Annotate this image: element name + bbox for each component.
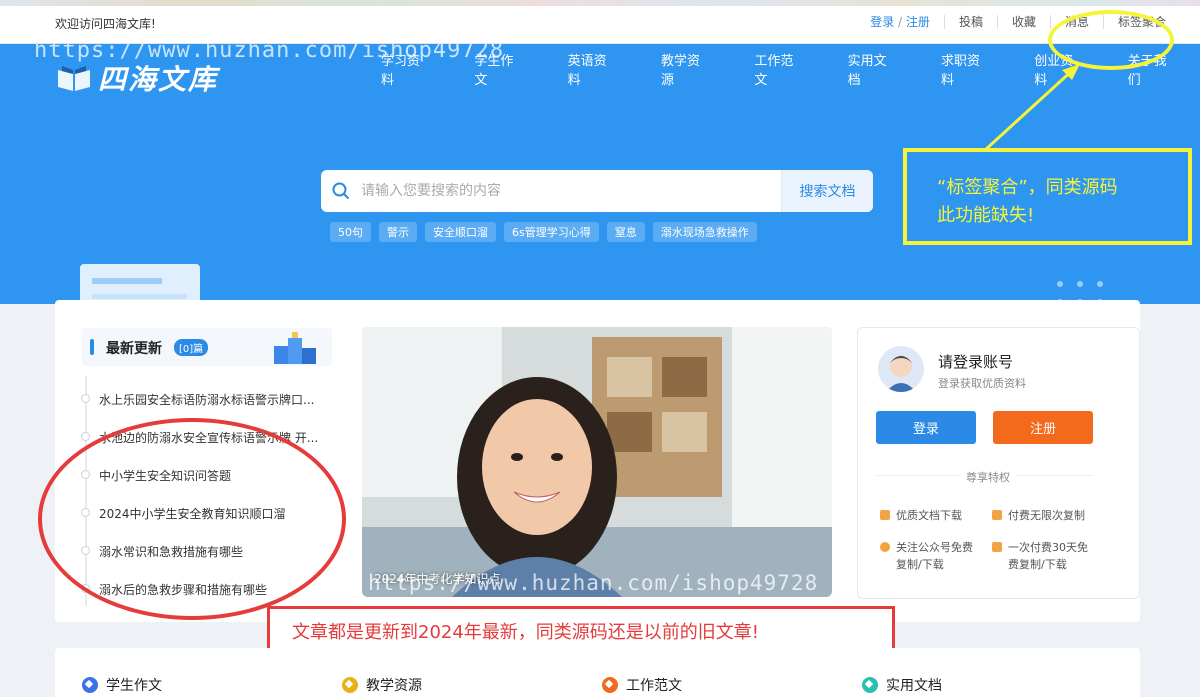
- annotation-text-red: 文章都是更新到2024年最新，同类源码还是以前的旧文章!: [292, 622, 760, 643]
- search-icon: [321, 170, 361, 212]
- category-teaching[interactable]: 教学资源: [342, 675, 422, 695]
- hot-tag[interactable]: 6s管理学习心得: [504, 222, 599, 242]
- auth-links: 登录 / 注册: [856, 15, 944, 29]
- hot-tag[interactable]: 警示: [379, 222, 417, 242]
- register-link[interactable]: 注册: [906, 15, 930, 29]
- login-title: 请登录账号: [938, 353, 1014, 371]
- avatar: [878, 346, 924, 392]
- hot-tag[interactable]: 溺水现场急救操作: [652, 222, 757, 242]
- perk-item: 优质文档下载: [880, 507, 962, 524]
- featured-image[interactable]: 2024年中考化学知识点: [362, 327, 832, 597]
- site-logo[interactable]: 四海文库: [56, 58, 218, 98]
- top-bar: 欢迎访问四海文库! 登录 / 注册 投稿 收藏 消息 标签聚合: [0, 0, 1200, 44]
- hot-tags: 50句 警示 安全顺口溜 6s管理学习心得 窒息 溺水现场急救操作: [330, 222, 765, 242]
- annotation-text-yellow: “标签聚合”，同类源码 此功能缺失!: [937, 177, 1118, 226]
- favorites-link[interactable]: 收藏: [996, 15, 1050, 29]
- count-badge: [0]篇: [174, 339, 209, 356]
- latest-header: 最新更新 [0]篇: [82, 328, 332, 366]
- latest-title: 最新更新: [106, 341, 162, 357]
- perk-item: 一次付费30天免 费复制/下载: [992, 539, 1088, 573]
- search-button[interactable]: 搜索文档: [781, 170, 873, 212]
- leaf-decoration-right: [1057, 281, 1103, 304]
- pen-icon: [862, 677, 878, 693]
- category-essays[interactable]: 学生作文: [82, 675, 162, 695]
- download-icon: [880, 510, 890, 520]
- annotation-box-red: 文章都是更新到2024年最新，同类源码还是以前的旧文章!: [267, 606, 895, 653]
- article-link[interactable]: 水上乐园安全标语防溺水标语警示牌口...: [99, 391, 331, 408]
- brand-name: 四海文库: [98, 63, 219, 96]
- submit-link[interactable]: 投稿: [943, 15, 997, 29]
- login-card: 请登录账号 登录获取优质资料 登录 注册 尊享特权 优质文档下载 付费无限次复制…: [857, 327, 1140, 599]
- tag-icon: [992, 542, 1002, 552]
- perk-item: 关注公众号免费 复制/下载: [880, 539, 973, 573]
- hot-tag[interactable]: 窒息: [606, 222, 645, 242]
- student-photo: [362, 327, 832, 597]
- timeline-dot: [81, 394, 90, 403]
- login-button[interactable]: 登录: [876, 411, 976, 444]
- pen-icon: [342, 677, 358, 693]
- login-subtitle: 登录获取优质资料: [938, 377, 1026, 390]
- nav-item-work[interactable]: 工作范文: [754, 50, 805, 88]
- leaf-decoration: [80, 264, 200, 304]
- annotation-ellipse-red: [38, 418, 346, 620]
- nav-item-teaching[interactable]: 教学资源: [661, 50, 712, 88]
- category-row: [55, 648, 1140, 697]
- check-icon: [880, 542, 890, 552]
- header-accent: [90, 339, 94, 355]
- annotation-box-yellow: “标签聚合”，同类源码 此功能缺失!: [903, 148, 1192, 245]
- book-icon: [58, 66, 90, 91]
- slash-separator: /: [898, 15, 903, 29]
- copy-icon: [992, 510, 1002, 520]
- watermark: https://www.huzhan.com/ishop49728: [368, 571, 819, 595]
- category-work[interactable]: 工作范文: [602, 675, 682, 695]
- perk-item: 付费无限次复制: [992, 507, 1085, 524]
- category-documents[interactable]: 实用文档: [862, 675, 942, 695]
- pen-icon: [82, 677, 98, 693]
- nav-item-documents[interactable]: 实用文档: [848, 50, 899, 88]
- hot-tag[interactable]: 50句: [330, 222, 371, 242]
- nav-item-english[interactable]: 英语资料: [568, 50, 619, 88]
- register-button[interactable]: 注册: [993, 411, 1093, 444]
- timeline-dot: [81, 432, 90, 441]
- cubes-icon: [274, 332, 316, 364]
- watermark: https://www.huzhan.com/ishop49728: [34, 44, 505, 63]
- welcome-text: 欢迎访问四海文库!: [55, 17, 156, 31]
- privileges-title: 尊享特权: [960, 469, 1016, 485]
- search-bar: 搜索文档: [321, 170, 873, 212]
- login-link[interactable]: 登录: [870, 15, 894, 29]
- hot-tag[interactable]: 安全顺口溜: [425, 222, 496, 242]
- pen-icon: [602, 677, 618, 693]
- search-input[interactable]: [361, 170, 781, 212]
